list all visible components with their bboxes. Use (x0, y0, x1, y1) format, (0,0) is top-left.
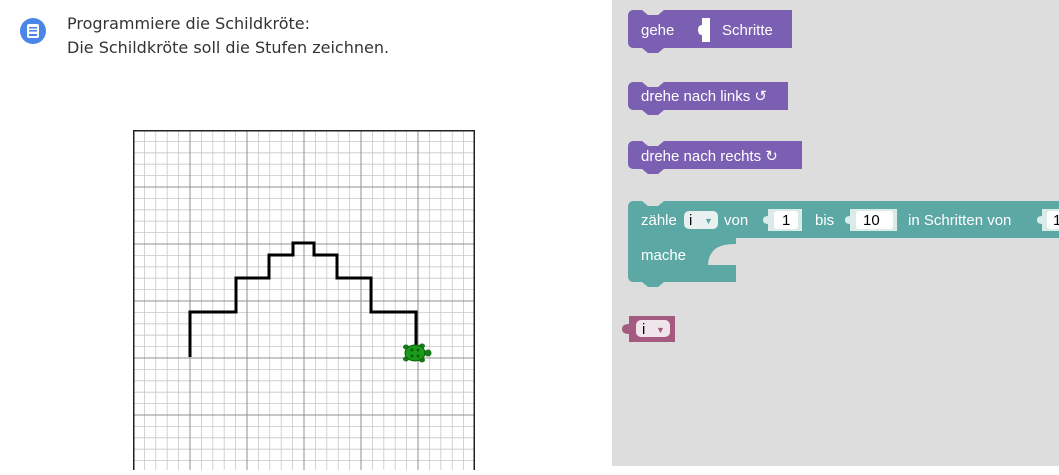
loop-variable-dropdown[interactable]: i ▼ (684, 211, 718, 229)
loop-to-label: bis (815, 212, 834, 229)
loop-count-label: zähle (641, 212, 677, 229)
loop-from-input[interactable]: 1 (763, 209, 802, 231)
task-title: Programmiere die Schildkröte: (67, 14, 310, 33)
variable-block[interactable]: i ▼ (622, 316, 675, 342)
task-description: Programmiere die Schildkröte: Die Schild… (67, 12, 389, 60)
dropdown-arrow-icon: ▼ (656, 325, 665, 335)
move-block-label: gehe (641, 22, 674, 39)
turn-left-label: drehe nach links ↺ (641, 88, 767, 105)
loop-step-value: 1 (1053, 212, 1059, 229)
blocks-workspace[interactable]: gehe Schritte drehe nach links ↺ drehe n… (612, 0, 1059, 466)
loop-to-input[interactable]: 10 (845, 209, 897, 231)
turn-right-block[interactable]: drehe nach rechts ↻ (628, 141, 802, 174)
variable-name: i (642, 321, 645, 338)
book-icon (20, 18, 46, 44)
task-pane: Programmiere die Schildkröte: Die Schild… (0, 0, 612, 472)
dropdown-arrow-icon: ▼ (704, 216, 713, 226)
task-instruction: Die Schildkröte soll die Stufen zeichnen… (67, 38, 390, 57)
loop-to-value: 10 (863, 212, 880, 229)
turn-left-block[interactable]: drehe nach links ↺ (628, 82, 788, 115)
move-forward-block[interactable]: gehe Schritte (628, 10, 792, 53)
count-loop-block[interactable]: zähle i ▼ von 1 bis 10 in Schritten von (628, 201, 1059, 287)
loop-do-label: mache (641, 247, 686, 264)
loop-from-value: 1 (782, 212, 790, 229)
turn-right-label: drehe nach rechts ↻ (641, 148, 778, 165)
turtle-canvas (133, 130, 475, 472)
move-block-unit: Schritte (722, 22, 773, 39)
loop-step-label: in Schritten von (908, 212, 1011, 229)
loop-variable-name: i (689, 212, 692, 229)
loop-from-label: von (724, 212, 748, 229)
